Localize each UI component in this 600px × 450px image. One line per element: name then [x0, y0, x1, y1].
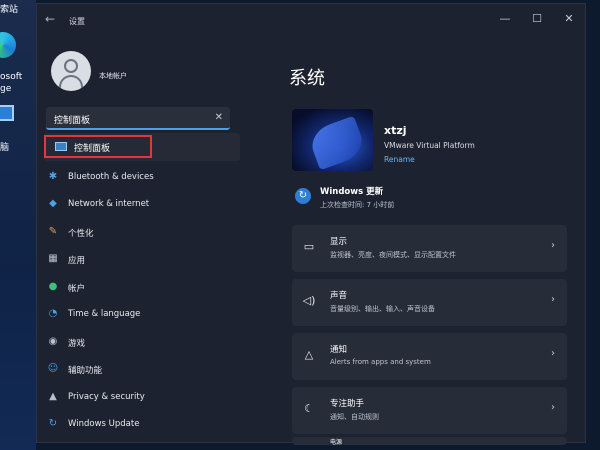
sidebar-item-label: 游戏: [68, 339, 86, 349]
focus-assist-card[interactable]: ☾ 专注助手通知、自动规则 ›: [292, 387, 567, 434]
sidebar-item-icon: ✱: [48, 171, 58, 182]
sidebar-item-icon: ✎: [48, 226, 58, 237]
settings-window: ← 设置 — ☐ ✕ 本地帐户 控制面板 ✕ 控制面板 ✱ Bluetooth &…: [36, 3, 586, 446]
window-title: 设置: [69, 17, 85, 26]
chevron-right-icon: ›: [551, 240, 555, 251]
sidebar-item-label: 帐户: [68, 284, 86, 294]
chevron-right-icon: ›: [551, 348, 555, 359]
card-title: 专注助手: [330, 399, 365, 409]
sidebar-item-icon: ☺: [47, 363, 59, 374]
suggestion-label: 控制面板: [74, 144, 111, 154]
sidebar-item-label: 辅助功能: [68, 366, 103, 376]
desktop-label: 脑: [0, 143, 10, 153]
notifications-card[interactable]: △ 通知 Alerts from apps and system ›: [292, 333, 567, 380]
device-platform: VMware Virtual Platform: [384, 141, 475, 150]
search-suggestions: 控制面板: [44, 133, 240, 161]
suggestion-control-panel[interactable]: 控制面板: [44, 135, 152, 158]
back-arrow-icon[interactable]: ←: [45, 12, 55, 26]
clear-icon[interactable]: ✕: [215, 112, 223, 123]
maximize-button[interactable]: ☐: [529, 12, 545, 25]
card-title: 声音: [330, 291, 348, 301]
sidebar-item[interactable]: ▦ 应用: [44, 249, 234, 271]
focus-assist-icon: ☾: [304, 402, 314, 415]
desktop-label: 索站: [0, 5, 19, 15]
sidebar-item-label: Bluetooth & devices: [68, 172, 154, 182]
chevron-right-icon: ›: [551, 402, 555, 413]
sidebar-item-icon: ▲: [49, 391, 57, 402]
sidebar-item[interactable]: ✱ Bluetooth & devices: [44, 167, 234, 189]
close-button[interactable]: ✕: [561, 12, 577, 25]
display-icon: ▭: [303, 240, 315, 253]
sidebar-item[interactable]: ◉ 游戏: [44, 332, 234, 354]
desktop-label: ge: [0, 84, 12, 94]
windows-update-title[interactable]: Windows 更新: [320, 185, 383, 197]
edge-icon[interactable]: [0, 32, 16, 58]
minimize-button[interactable]: —: [497, 12, 513, 25]
sidebar-item[interactable]: ◔ Time & language: [44, 304, 234, 326]
device-name: xtzj: [384, 124, 407, 137]
sidebar-item-label: Privacy & security: [68, 392, 145, 402]
sidebar-item-icon: ◆: [49, 198, 57, 209]
sidebar-item-label: Windows Update: [68, 419, 140, 429]
account-name: 本地帐户: [99, 72, 127, 80]
card-subtitle: 音量级别、输出、输入、声音设备: [330, 305, 435, 313]
sound-card[interactable]: ◁) 声音音量级别、输出、输入、声音设备 ›: [292, 279, 567, 326]
page-title: 系统: [289, 68, 325, 89]
update-last-checked: 上次检查时间: 7 小时前: [320, 201, 395, 209]
sidebar-item[interactable]: ☺ 辅助功能: [44, 359, 234, 381]
notifications-icon: △: [304, 348, 314, 361]
sidebar-item-label: 个性化: [68, 229, 94, 239]
sound-icon: ◁): [302, 294, 316, 307]
desktop-background: 索站 osoft ge 脑: [0, 0, 36, 450]
update-icon[interactable]: ↻: [295, 188, 311, 204]
avatar[interactable]: [51, 51, 91, 91]
sidebar-item[interactable]: ✎ 个性化: [44, 222, 234, 244]
device-wallpaper-thumbnail: [292, 109, 373, 171]
sidebar-item-icon: ▦: [48, 253, 58, 264]
chevron-right-icon: ›: [551, 294, 555, 305]
sidebar-item[interactable]: ● 帐户: [44, 277, 234, 299]
desktop-label: osoft: [0, 72, 23, 82]
control-panel-icon: [55, 142, 67, 151]
sidebar-item[interactable]: ▲ Privacy & security: [44, 387, 234, 409]
card-title: 通知: [330, 345, 348, 355]
sidebar-item-label: 应用: [68, 256, 86, 266]
sidebar-item-icon: ●: [48, 281, 58, 292]
title-bar: ← 设置 — ☐ ✕: [37, 4, 585, 38]
display-card[interactable]: ▭ 显示监视器、亮度、夜间模式、显示配置文件 ›: [292, 225, 567, 272]
person-icon: [64, 59, 78, 73]
sidebar-item-label: Time & language: [68, 309, 141, 319]
sidebar-item-icon: ◔: [48, 308, 58, 319]
sidebar-item-icon: ↻: [48, 418, 58, 429]
card-subtitle: Alerts from apps and system: [330, 358, 431, 366]
card-title: 显示: [330, 237, 348, 247]
card-title: 电源: [330, 439, 343, 446]
power-card[interactable]: 电源: [292, 437, 567, 446]
sidebar-item-label: Network & internet: [68, 199, 150, 209]
this-pc-icon[interactable]: [0, 105, 14, 121]
search-value: 控制面板: [54, 116, 91, 126]
sidebar-item[interactable]: ↻ Windows Update: [44, 414, 234, 436]
rename-link[interactable]: Rename: [384, 155, 415, 164]
sidebar-item[interactable]: ◆ Network & internet: [44, 194, 234, 216]
sidebar-item-icon: ◉: [48, 336, 58, 347]
card-subtitle: 监视器、亮度、夜间模式、显示配置文件: [330, 251, 456, 259]
card-subtitle: 通知、自动规则: [330, 413, 379, 421]
search-input[interactable]: 控制面板 ✕: [46, 107, 230, 130]
